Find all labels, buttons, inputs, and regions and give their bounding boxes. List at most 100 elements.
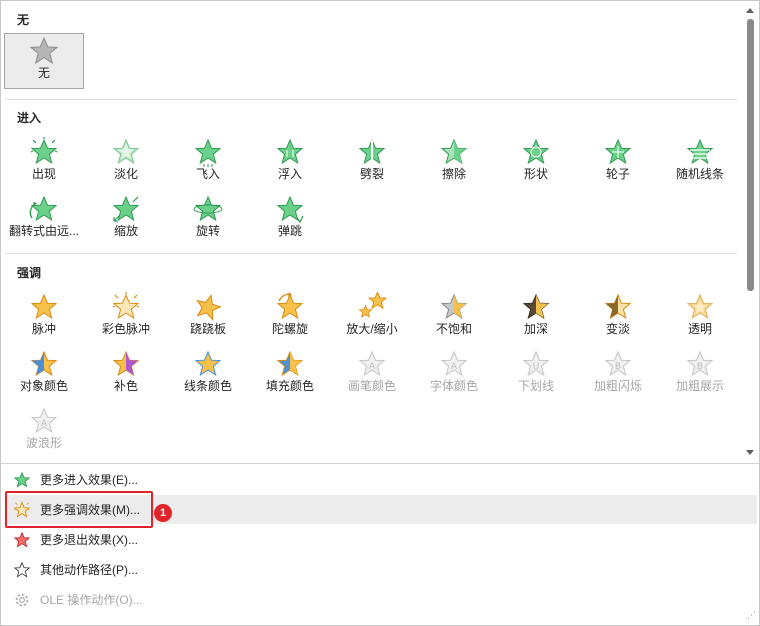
effect-desaturate-star[interactable]: 不饱和 bbox=[413, 290, 495, 346]
font-color-star-icon: A bbox=[440, 350, 468, 377]
effect-green-star-bounce[interactable]: 弹跳 bbox=[249, 192, 331, 248]
effect-label: 透明 bbox=[687, 322, 712, 336]
effect-label: 劈裂 bbox=[359, 167, 384, 181]
section-title-none: 无 bbox=[17, 13, 30, 27]
effect-orange-star-grow-shrink[interactable]: 放大/缩小 bbox=[331, 290, 413, 346]
svg-text:B: B bbox=[615, 362, 621, 372]
effect-green-star-flip[interactable]: 翻转式由远... bbox=[3, 192, 85, 248]
effect-brush-color-star: A 画笔颜色 bbox=[331, 347, 413, 403]
section-divider bbox=[5, 99, 737, 100]
effect-green-star-wheel[interactable]: 轮子 bbox=[577, 135, 659, 191]
other-motion-paths-menu-item[interactable]: 其他动作路径(P)... bbox=[5, 555, 757, 584]
underline-star-icon: U bbox=[522, 350, 550, 377]
darken-star-icon bbox=[522, 293, 550, 320]
orange-star-spin-icon bbox=[276, 292, 304, 320]
green-star-flip-icon bbox=[29, 195, 58, 222]
effect-line-color-star[interactable]: 线条颜色 bbox=[167, 347, 249, 403]
transparency-star-icon bbox=[686, 293, 714, 320]
effect-font-color-star: A 字体颜色 bbox=[413, 347, 495, 403]
section-title-entrance: 进入 bbox=[17, 111, 42, 125]
orange-star-grow-shrink-icon bbox=[358, 292, 387, 318]
desaturate-star-icon bbox=[440, 293, 468, 320]
green-star-wheel-icon bbox=[604, 138, 632, 165]
effect-fill-color-star[interactable]: 填充颜色 bbox=[249, 347, 331, 403]
effect-orange-star-pulse[interactable]: 脉冲 bbox=[3, 290, 85, 346]
effect-label: 不饱和 bbox=[435, 322, 472, 336]
effect-orange-star-color-pulse[interactable]: 彩色脉冲 bbox=[85, 290, 167, 346]
fill-color-star-icon bbox=[276, 350, 304, 377]
ole-action-verbs-menu-item: OLE 操作动作(O)... bbox=[5, 585, 757, 614]
effect-green-star-fly[interactable]: 飞入 bbox=[167, 135, 249, 191]
red-star-icon bbox=[13, 531, 31, 548]
effect-label: 翻转式由远... bbox=[8, 224, 79, 238]
outline-star-icon bbox=[13, 561, 31, 578]
effect-label: 形状 bbox=[523, 167, 548, 181]
green-star-burst-icon bbox=[30, 137, 58, 165]
effect-none[interactable]: 无 bbox=[4, 33, 84, 89]
effect-green-star-fade[interactable]: 淡化 bbox=[85, 135, 167, 191]
effect-label: 画笔颜色 bbox=[347, 379, 396, 393]
lighten-star-icon bbox=[604, 293, 632, 320]
more-entrance-effects-menu-item[interactable]: 更多进入效果(E)... bbox=[5, 465, 757, 494]
effect-green-star-burst[interactable]: 出现 bbox=[3, 135, 85, 191]
scroll-up-icon[interactable] bbox=[746, 8, 754, 13]
gallery-scrollbar[interactable] bbox=[742, 1, 759, 463]
scroll-down-icon[interactable] bbox=[746, 450, 754, 455]
effect-label: 补色 bbox=[113, 379, 138, 393]
effect-green-star-split[interactable]: 劈裂 bbox=[331, 135, 413, 191]
effect-label: 对象颜色 bbox=[19, 379, 68, 393]
green-star-lines-icon bbox=[686, 138, 714, 165]
section-title-emphasis: 强调 bbox=[17, 266, 42, 280]
effect-green-star-shape[interactable]: 形状 bbox=[495, 135, 577, 191]
effect-label: 陀螺旋 bbox=[271, 322, 308, 336]
effect-complementary-color-star[interactable]: 补色 bbox=[85, 347, 167, 403]
effect-orange-star-teeter[interactable]: 跷跷板 bbox=[167, 290, 249, 346]
effect-label: 缩放 bbox=[113, 224, 138, 238]
effect-label: 跷跷板 bbox=[189, 322, 226, 336]
effect-green-star-lines[interactable]: 随机线条 bbox=[659, 135, 741, 191]
effect-bold-flash-star: B 加粗闪烁 bbox=[577, 347, 659, 403]
object-color-star-icon bbox=[30, 350, 58, 377]
effect-label: 飞入 bbox=[195, 167, 220, 181]
green-star-wipe-icon bbox=[440, 138, 468, 165]
effect-label: 随机线条 bbox=[675, 167, 724, 181]
orange-star-color-pulse-icon bbox=[112, 292, 140, 320]
more-exit-effects-menu-item[interactable]: 更多退出效果(X)... bbox=[5, 525, 757, 554]
effect-lighten-star[interactable]: 变淡 bbox=[577, 290, 659, 346]
effect-label: 变淡 bbox=[605, 322, 630, 336]
menu-item-label: 更多退出效果(X)... bbox=[40, 533, 138, 547]
effect-label: 加粗闪烁 bbox=[593, 379, 642, 393]
brush-color-star-icon: A bbox=[358, 350, 386, 377]
effect-object-color-star[interactable]: 对象颜色 bbox=[3, 347, 85, 403]
green-star-bounce-icon bbox=[276, 195, 304, 224]
effect-green-star-wipe[interactable]: 擦除 bbox=[413, 135, 495, 191]
menu-item-label: OLE 操作动作(O)... bbox=[40, 593, 143, 607]
orange-star-teeter-icon bbox=[196, 294, 222, 321]
effect-label: 加深 bbox=[523, 322, 548, 336]
svg-text:A: A bbox=[451, 362, 458, 372]
effect-label: 放大/缩小 bbox=[346, 322, 398, 336]
effect-label: 弹跳 bbox=[277, 224, 302, 238]
svg-text:A: A bbox=[369, 362, 376, 372]
effect-label: 加粗展示 bbox=[675, 379, 724, 393]
annotation-highlight-box bbox=[5, 491, 153, 528]
effect-transparency-star[interactable]: 透明 bbox=[659, 290, 741, 346]
effect-darken-star[interactable]: 加深 bbox=[495, 290, 577, 346]
effect-orange-star-spin[interactable]: 陀螺旋 bbox=[249, 290, 331, 346]
effect-label: 下划线 bbox=[517, 379, 554, 393]
effect-bold-reveal-star: B 加粗展示 bbox=[659, 347, 741, 403]
effect-label: 波浪形 bbox=[25, 436, 62, 450]
effect-green-star-swivel[interactable]: 旋转 bbox=[167, 192, 249, 248]
menu-divider bbox=[1, 463, 759, 464]
resize-grip-icon[interactable]: ⋰ bbox=[747, 610, 756, 621]
effect-green-star-zoom[interactable]: 缩放 bbox=[85, 192, 167, 248]
green-star-fly-icon bbox=[194, 138, 222, 167]
annotation-step-badge: 1 bbox=[154, 504, 172, 522]
effect-label: 填充颜色 bbox=[265, 379, 314, 393]
wave-star-icon: A bbox=[30, 407, 58, 434]
green-star-shape-icon bbox=[522, 138, 550, 165]
menu-item-label: 更多进入效果(E)... bbox=[40, 473, 138, 487]
menu-item-label: 其他动作路径(P)... bbox=[40, 563, 138, 577]
scrollbar-thumb[interactable] bbox=[747, 19, 754, 291]
effect-green-star-float[interactable]: 浮入 bbox=[249, 135, 331, 191]
